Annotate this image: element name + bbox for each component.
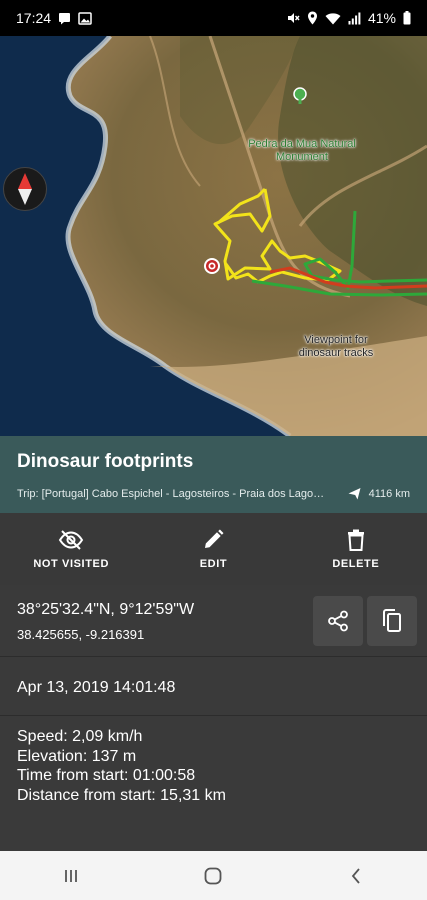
elevation-stat: Elevation: 137 m <box>17 747 137 765</box>
not-visited-button[interactable]: NOT VISITED <box>0 513 142 585</box>
recent-apps-icon <box>65 869 78 882</box>
copy-button[interactable] <box>367 596 417 646</box>
not-visited-label: NOT VISITED <box>33 557 109 570</box>
battery-icon <box>403 11 411 25</box>
copy-icon <box>383 609 401 632</box>
edit-button[interactable]: EDIT <box>142 513 284 585</box>
compass-icon <box>18 173 32 205</box>
status-right: 41% <box>286 10 411 26</box>
eye-off-icon <box>58 529 84 550</box>
distance-value: 4116 km <box>368 487 410 500</box>
direction-arrow-icon <box>348 488 361 500</box>
delete-label: DELETE <box>332 557 380 570</box>
back-button[interactable] <box>326 856 386 896</box>
satellite-map[interactable]: Pedra da Mua Natural Monument Viewpoint … <box>0 36 427 436</box>
trip-name[interactable]: Trip: [Portugal] Cabo Espichel - Lagoste… <box>17 488 327 500</box>
signal-icon <box>348 12 361 25</box>
waypoint-date: Apr 13, 2019 14:01:48 <box>17 679 176 696</box>
status-bar: 17:24 41% <box>0 0 427 36</box>
map-canvas <box>0 36 427 436</box>
message-icon <box>58 12 71 25</box>
mute-icon <box>286 11 300 25</box>
share-button[interactable] <box>313 596 363 646</box>
edit-label: EDIT <box>199 557 228 570</box>
waypoint-header: Dinosaur footprints Trip: [Portugal] Cab… <box>0 436 427 513</box>
delete-button[interactable]: DELETE <box>285 513 427 585</box>
battery-percent: 41% <box>367 10 396 26</box>
poi-label: Pedra da Mua Natural Monument <box>248 138 356 163</box>
distance-from-start-stat: Distance from start: 15,31 km <box>17 786 226 804</box>
date-section: Apr 13, 2019 14:01:48 <box>0 658 427 716</box>
status-left: 17:24 <box>16 10 92 26</box>
home-button[interactable] <box>183 856 243 896</box>
recent-apps-button[interactable] <box>41 856 101 896</box>
waypoint-title: Dinosaur footprints <box>17 451 194 472</box>
compass-button[interactable] <box>3 167 47 211</box>
location-icon <box>307 11 318 25</box>
trip-row: Trip: [Portugal] Cabo Espichel - Lagoste… <box>17 487 410 500</box>
coordinates-decimal: 38.425655, -9.216391 <box>17 627 145 642</box>
share-icon <box>328 610 348 632</box>
action-bar: NOT VISITED EDIT DELETE <box>0 513 427 586</box>
distance-info: 4116 km <box>348 487 410 500</box>
system-nav-bar <box>0 851 427 900</box>
waypoint-marker <box>204 258 220 274</box>
back-icon <box>351 867 360 884</box>
coordinates-dms: 38°25'32.4"N, 9°12'59"W <box>17 601 195 618</box>
speed-stat: Speed: 2,09 km/h <box>17 728 143 745</box>
gallery-icon <box>78 11 92 25</box>
pencil-icon <box>205 529 224 548</box>
wifi-icon <box>325 12 341 25</box>
clock: 17:24 <box>16 10 52 26</box>
time-from-start-stat: Time from start: 01:00:58 <box>17 767 196 784</box>
coordinates-section: 38°25'32.4"N, 9°12'59"W 38.425655, -9.21… <box>0 585 427 657</box>
stats-section: Speed: 2,09 km/h Elevation: 137 m Time f… <box>0 716 427 851</box>
viewpoint-label: Viewpoint for dinosaur tracks <box>298 334 374 359</box>
home-icon <box>205 867 222 884</box>
trash-icon <box>347 529 364 551</box>
